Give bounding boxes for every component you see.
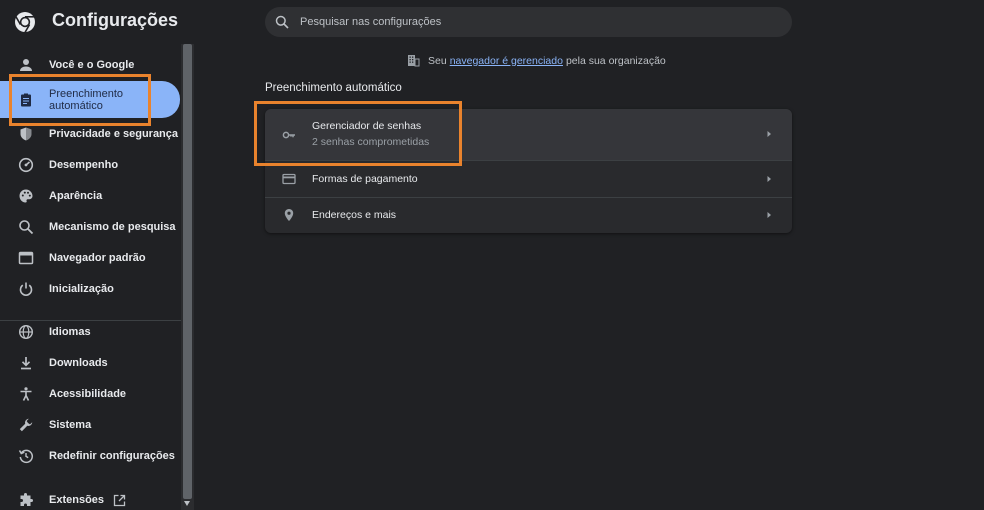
search-input[interactable] <box>300 7 780 37</box>
sidebar-item-label: Idiomas <box>49 326 91 338</box>
wrench-icon <box>19 418 33 432</box>
managed-notice: Seu navegador é gerenciado pela sua orga… <box>407 54 666 67</box>
section-title: Preenchimento automático <box>265 82 402 94</box>
sidebar-item-label: Preenchimento automático <box>49 87 123 112</box>
sidebar-item-voce-e-o-google[interactable]: Você e o Google <box>0 49 180 81</box>
building-icon <box>408 55 420 67</box>
power-icon <box>19 282 33 296</box>
row-addresses[interactable]: Endereços e mais <box>265 198 792 233</box>
sidebar-item-label: Desempenho <box>49 159 119 171</box>
accessibility-icon <box>20 387 32 401</box>
sidebar-scrollbar-thumb[interactable] <box>183 44 192 499</box>
sidebar-item-redefinir[interactable]: Redefinir configurações <box>0 440 180 472</box>
sidebar-item-idiomas[interactable]: Idiomas <box>0 316 180 348</box>
sidebar-item-downloads[interactable]: Downloads <box>0 347 180 379</box>
chevron-right-icon <box>767 176 771 182</box>
autofill-card: Gerenciador de senhas 2 senhas compromet… <box>265 109 792 233</box>
sidebar-item-label: Privacidade e segurança <box>49 128 179 140</box>
header: Configurações <box>0 0 984 44</box>
globe-icon <box>18 324 34 340</box>
page-title: Configurações <box>52 10 179 30</box>
sidebar-item-label: Inicialização <box>49 283 114 295</box>
sidebar-item-label: Você e o Google <box>49 59 135 71</box>
managed-link[interactable]: navegador é gerenciado <box>450 55 563 67</box>
chevron-right-icon <box>767 212 771 218</box>
sidebar-item-label: Acessibilidade <box>49 388 127 400</box>
sidebar-item-label: Sistema <box>49 419 92 431</box>
row-title: Formas de pagamento <box>312 173 418 185</box>
sidebar-item-label: Extensões <box>49 494 105 506</box>
sidebar-item-preenchimento-automatico[interactable]: Preenchimento automático <box>0 81 180 118</box>
search-icon <box>19 220 34 235</box>
chrome-logo-icon <box>15 12 35 33</box>
scroll-down-arrow-icon[interactable] <box>184 501 190 506</box>
sidebar: Você e o Google Preenchimento automático… <box>0 44 194 510</box>
person-icon <box>20 59 32 71</box>
shield-icon <box>20 127 32 141</box>
restore-icon <box>18 449 33 464</box>
download-icon <box>21 357 31 370</box>
sidebar-item-extensoes[interactable]: Extensões <box>0 484 180 510</box>
browser-window-icon <box>18 251 34 265</box>
managed-suffix: pela sua organização <box>565 54 666 67</box>
search-box[interactable] <box>265 7 792 37</box>
row-title: Endereços e mais <box>312 209 397 221</box>
key-icon <box>282 131 295 139</box>
row-subtitle: 2 senhas comprometidas <box>312 136 430 148</box>
speedometer-icon <box>18 157 34 173</box>
credit-card-icon <box>282 173 296 185</box>
sidebar-item-mecanismo-de-pesquisa[interactable]: Mecanismo de pesquisa <box>0 211 180 243</box>
sidebar-item-label: Navegador padrão <box>49 252 146 264</box>
clipboard-icon <box>21 93 31 106</box>
sidebar-item-label: Mecanismo de pesquisa <box>49 221 176 233</box>
sidebar-item-inicializacao[interactable]: Inicialização <box>0 273 180 305</box>
location-pin-icon <box>284 209 294 221</box>
palette-icon <box>19 189 33 203</box>
sidebar-item-desempenho[interactable]: Desempenho <box>0 149 180 181</box>
sidebar-item-acessibilidade[interactable]: Acessibilidade <box>0 378 180 410</box>
row-password-manager[interactable]: Gerenciador de senhas 2 senhas compromet… <box>265 109 792 160</box>
sidebar-item-label: Aparência <box>49 190 103 202</box>
row-title: Gerenciador de senhas <box>312 120 422 132</box>
sidebar-item-label: Redefinir configurações <box>49 450 175 462</box>
sidebar-item-aparencia[interactable]: Aparência <box>0 180 180 212</box>
chevron-right-icon <box>767 131 771 137</box>
sidebar-item-sistema[interactable]: Sistema <box>0 409 180 441</box>
sidebar-item-navegador-padrao[interactable]: Navegador padrão <box>0 242 180 274</box>
search-icon <box>275 15 289 29</box>
puzzle-icon <box>20 493 33 506</box>
managed-prefix: Seu <box>428 54 447 67</box>
sidebar-item-label: Downloads <box>49 357 108 369</box>
row-payment-methods[interactable]: Formas de pagamento <box>265 161 792 197</box>
sidebar-item-privacidade[interactable]: Privacidade e segurança <box>0 118 180 150</box>
external-link-icon <box>113 494 126 506</box>
